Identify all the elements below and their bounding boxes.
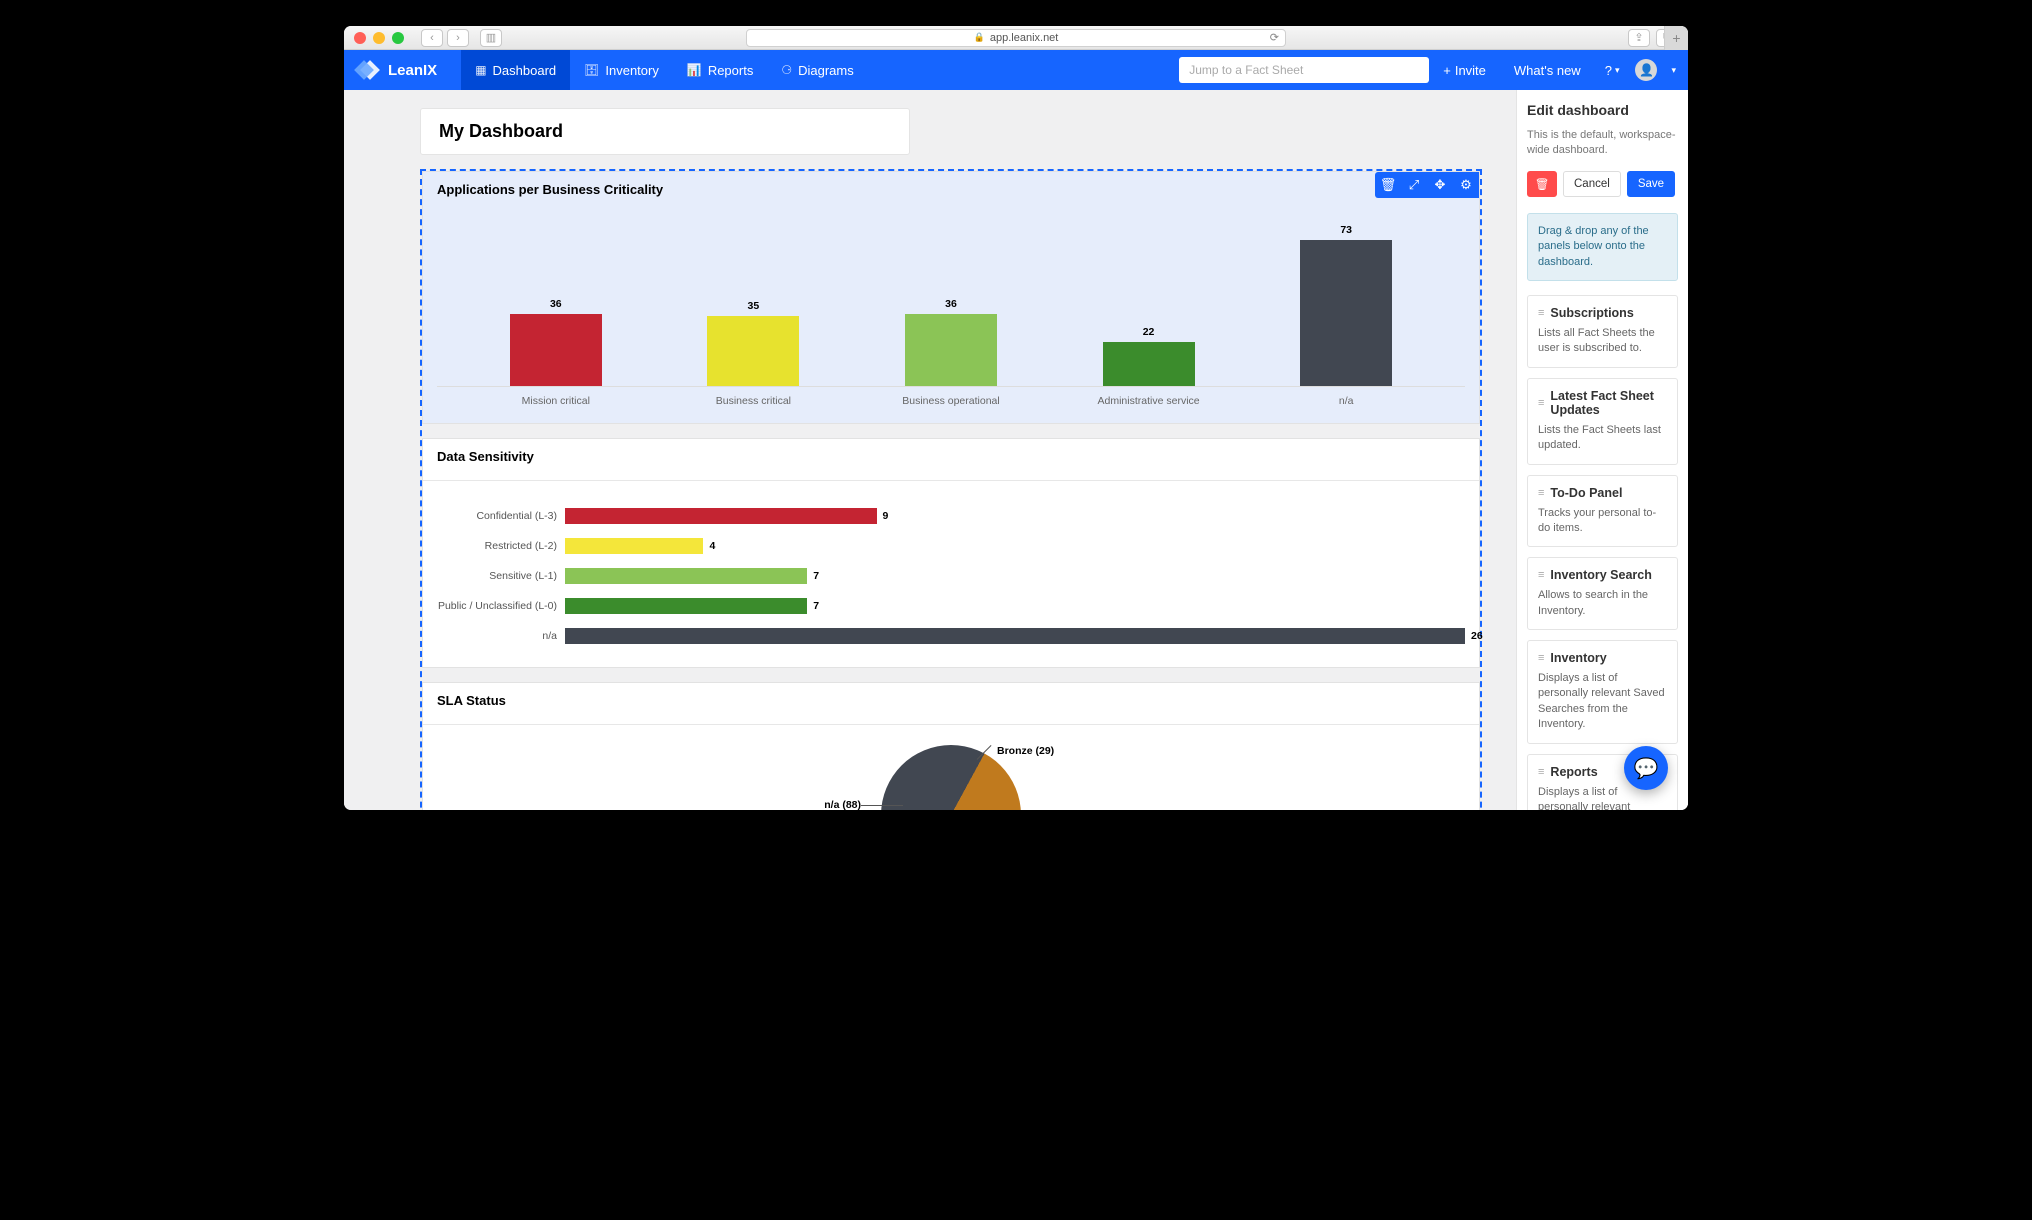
brand[interactable]: LeanIX: [360, 60, 437, 80]
intercom-help-button[interactable]: 💬: [1624, 746, 1668, 790]
hbar-public-unclassified-l-0-: Public / Unclassified (L-0)7: [437, 591, 1465, 621]
chat-icon: 💬: [1634, 756, 1659, 781]
hbar-sensitive-l-1-: Sensitive (L-1)7: [437, 561, 1465, 591]
pie-label-bronze: Bronze (29): [997, 745, 1054, 757]
dashboard-title-input[interactable]: My Dashboard: [420, 108, 910, 155]
drag-handle-icon: ≡: [1538, 652, 1544, 664]
panel-card-inventory-search[interactable]: ≡Inventory SearchAllows to search in the…: [1527, 557, 1678, 630]
widget-toolbar: 🗑 ⤢ ✥ ⚙: [1375, 172, 1479, 198]
nav-reports[interactable]: 📊 Reports: [673, 50, 767, 90]
delete-dashboard-button[interactable]: 🗑: [1527, 171, 1557, 197]
reload-icon[interactable]: ⟳: [1270, 31, 1279, 44]
settings-widget-icon[interactable]: ⚙: [1453, 172, 1479, 198]
bar-chart: 363536 22 73: [437, 217, 1465, 387]
new-tab-button[interactable]: +: [1664, 26, 1688, 50]
diagrams-icon: ⚆: [781, 63, 792, 77]
hbar-chart: Confidential (L-3)9Restricted (L-2)4Sens…: [423, 491, 1479, 667]
panel-card-to-do-panel[interactable]: ≡To-Do PanelTracks your personal to-do i…: [1527, 475, 1678, 548]
minimize-window-icon[interactable]: [373, 32, 385, 44]
maximize-window-icon[interactable]: [392, 32, 404, 44]
help-icon: ?: [1605, 63, 1612, 78]
nav-back-button[interactable]: ‹: [421, 29, 443, 47]
brand-icon: [360, 60, 380, 80]
pie-chart: n/a (88) Bronze (29) Gold (51): [437, 745, 1465, 810]
move-widget-icon[interactable]: ✥: [1427, 172, 1453, 198]
drag-handle-icon: ≡: [1538, 487, 1544, 499]
panel-card-inventory[interactable]: ≡InventoryDisplays a list of personally …: [1527, 640, 1678, 744]
pie-label-na: n/a (88): [824, 799, 861, 810]
panel-desc: This is the default, workspace-wide dash…: [1527, 128, 1678, 159]
hbar-confidential-l-3-: Confidential (L-3)9: [437, 501, 1465, 531]
nav-diagrams[interactable]: ⚆ Diagrams: [767, 50, 867, 90]
cancel-button[interactable]: Cancel: [1563, 171, 1621, 197]
drag-hint: Drag & drop any of the panels below onto…: [1527, 213, 1678, 281]
panel-card-latest-fact-sheet-updates[interactable]: ≡Latest Fact Sheet UpdatesLists the Fact…: [1527, 378, 1678, 465]
nav-inventory[interactable]: 🗄 Inventory: [570, 50, 673, 90]
hbar-n-a: n/a26: [437, 621, 1465, 651]
url-text: app.leanix.net: [990, 32, 1059, 44]
chevron-down-icon: ▾: [1615, 65, 1620, 76]
nav-dashboard[interactable]: ▦ Dashboard: [461, 50, 570, 90]
reports-icon: 📊: [687, 63, 702, 77]
edit-dashboard-panel: Edit dashboard This is the default, work…: [1516, 90, 1688, 810]
invite-button[interactable]: + Invite: [1429, 63, 1500, 78]
widget-sla-status[interactable]: SLA Status n/a (88) Bronze (29) Gold (51…: [422, 682, 1480, 810]
plus-icon: +: [1443, 63, 1451, 78]
drag-handle-icon: ≡: [1538, 766, 1544, 778]
share-icon[interactable]: ⇪: [1628, 29, 1650, 47]
chevron-down-icon[interactable]: ▾: [1671, 65, 1676, 76]
drag-handle-icon: ≡: [1538, 307, 1544, 319]
widget-title: Data Sensitivity: [423, 439, 1479, 474]
bar-chart-labels: Mission criticalBusiness criticalBusines…: [437, 387, 1465, 407]
trash-icon: 🗑: [1535, 177, 1550, 191]
lock-icon: 🔒: [974, 32, 985, 43]
widget-title: Applications per Business Criticality: [423, 172, 1479, 207]
drag-handle-icon: ≡: [1538, 569, 1544, 581]
nav-forward-button[interactable]: ›: [447, 29, 469, 47]
whats-new-link[interactable]: What's new: [1500, 63, 1595, 78]
close-window-icon[interactable]: [354, 32, 366, 44]
widget-title: SLA Status: [423, 683, 1479, 718]
widget-business-criticality[interactable]: 🗑 ⤢ ✥ ⚙ Applications per Business Critic…: [422, 171, 1480, 424]
fact-sheet-search[interactable]: Jump to a Fact Sheet: [1179, 57, 1429, 83]
panel-card-subscriptions[interactable]: ≡SubscriptionsLists all Fact Sheets the …: [1527, 295, 1678, 368]
bar-administrative-service: 22: [1060, 326, 1238, 386]
dashboard-dropzone[interactable]: 🗑 ⤢ ✥ ⚙ Applications per Business Critic…: [420, 169, 1482, 810]
sidebar-toggle-icon[interactable]: ▥: [480, 29, 502, 47]
save-button[interactable]: Save: [1627, 171, 1675, 197]
user-avatar[interactable]: 👤: [1635, 59, 1657, 81]
panel-title: Edit dashboard: [1527, 102, 1678, 118]
bar-n/a: 73: [1257, 224, 1435, 386]
mac-titlebar: ‹ › ▥ 🔒 app.leanix.net ⟳ ⇪ ⧉ +: [344, 26, 1688, 50]
bar-business-critical: 35: [664, 300, 842, 386]
drag-handle-icon: ≡: [1538, 397, 1544, 409]
app-nav: LeanIX ▦ Dashboard 🗄 Inventory 📊 Reports…: [344, 50, 1688, 90]
bar-mission-critical: 36: [467, 298, 645, 386]
dashboard-icon: ▦: [475, 63, 486, 77]
brand-text: LeanIX: [388, 62, 437, 79]
bar-business-operational: 36: [862, 298, 1040, 386]
address-bar[interactable]: 🔒 app.leanix.net ⟳: [746, 29, 1286, 47]
dashboard-main: My Dashboard 🗑 ⤢ ✥ ⚙ Applications per Bu…: [344, 90, 1516, 810]
help-menu[interactable]: ? ▾: [1595, 63, 1630, 78]
hbar-restricted-l-2-: Restricted (L-2)4: [437, 531, 1465, 561]
expand-widget-icon[interactable]: ⤢: [1401, 172, 1427, 198]
widget-data-sensitivity[interactable]: Data Sensitivity Confidential (L-3)9Rest…: [422, 438, 1480, 668]
inventory-icon: 🗄: [584, 63, 599, 77]
delete-widget-icon[interactable]: 🗑: [1375, 172, 1401, 198]
